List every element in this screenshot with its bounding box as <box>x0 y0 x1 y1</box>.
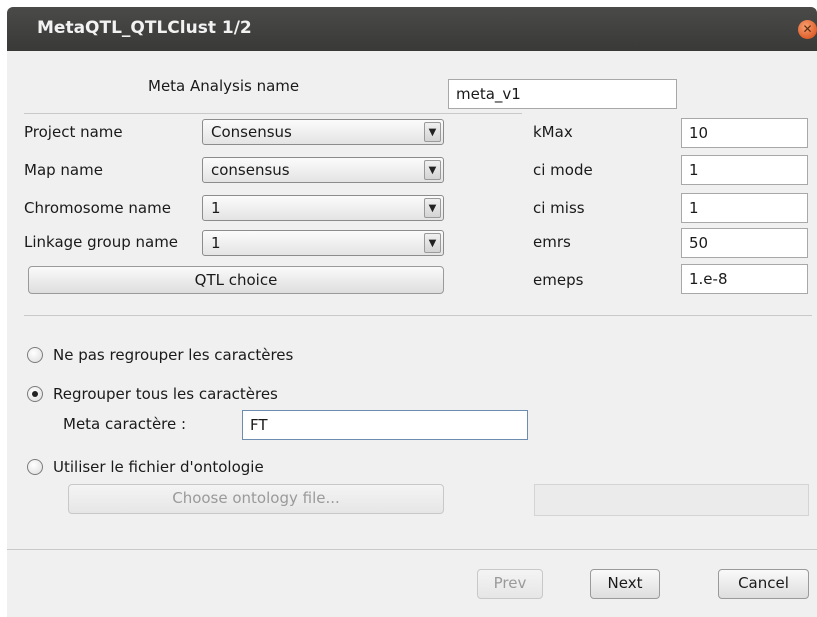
meta-char-label: Meta caractère : <box>63 415 187 433</box>
chevron-down-icon: ▼ <box>424 233 441 253</box>
prev-button[interactable]: Prev <box>477 569 543 599</box>
dialog-body: Meta Analysis name meta_v1 Project name … <box>7 51 817 617</box>
radio-selected-dot-icon <box>32 391 38 397</box>
project-name-value: Consensus <box>211 123 292 141</box>
ontology-file-field[interactable] <box>534 484 809 516</box>
top-separator <box>24 113 522 114</box>
emeps-input[interactable]: 1.e-8 <box>681 264 808 294</box>
middle-separator <box>24 315 812 316</box>
qtl-choice-button[interactable]: QTL choice <box>28 266 444 294</box>
emrs-label: emrs <box>533 233 571 251</box>
meta-char-input[interactable]: FT <box>242 410 528 440</box>
bottom-separator <box>7 549 817 550</box>
ontology-radio[interactable] <box>27 459 43 475</box>
no-group-label: Ne pas regrouper les caractères <box>53 346 294 364</box>
ci-mode-label: ci mode <box>533 161 593 179</box>
kmax-label: kMax <box>533 123 573 141</box>
emeps-label: emeps <box>533 271 584 289</box>
chromosome-name-value: 1 <box>211 199 221 217</box>
chevron-down-icon: ▼ <box>424 122 441 142</box>
chevron-down-icon: ▼ <box>424 198 441 218</box>
linkage-group-name-select[interactable]: 1 ▼ <box>202 230 444 256</box>
map-name-value: consensus <box>211 161 290 179</box>
ci-miss-input[interactable]: 1 <box>681 193 808 223</box>
emrs-input[interactable]: 50 <box>681 228 808 258</box>
dialog-window: MetaQTL_QTLClust 1/2 ✕ Meta Analysis nam… <box>0 0 817 617</box>
chevron-down-icon: ▼ <box>424 160 441 180</box>
meta-analysis-name-label: Meta Analysis name <box>148 77 300 95</box>
group-all-label: Regrouper tous les caractères <box>53 385 278 403</box>
no-group-radio[interactable] <box>27 347 43 363</box>
linkage-group-name-label: Linkage group name <box>24 233 179 251</box>
next-button[interactable]: Next <box>590 569 660 599</box>
close-icon[interactable]: ✕ <box>798 20 817 39</box>
map-name-label: Map name <box>24 161 103 179</box>
chromosome-name-label: Chromosome name <box>24 199 171 217</box>
linkage-group-name-value: 1 <box>211 234 221 252</box>
title-bar[interactable]: MetaQTL_QTLClust 1/2 ✕ <box>7 7 817 51</box>
ontology-label: Utiliser le fichier d'ontologie <box>53 458 264 476</box>
project-name-label: Project name <box>24 123 123 141</box>
map-name-select[interactable]: consensus ▼ <box>202 157 444 183</box>
meta-analysis-name-input[interactable]: meta_v1 <box>448 79 677 109</box>
ci-miss-label: ci miss <box>533 199 585 217</box>
project-name-select[interactable]: Consensus ▼ <box>202 119 444 145</box>
kmax-input[interactable]: 10 <box>681 118 808 148</box>
cancel-button[interactable]: Cancel <box>718 569 809 599</box>
window-title: MetaQTL_QTLClust 1/2 <box>37 18 252 38</box>
choose-ontology-button[interactable]: Choose ontology file... <box>68 484 444 514</box>
ci-mode-input[interactable]: 1 <box>681 155 808 185</box>
group-all-radio[interactable] <box>27 386 43 402</box>
chromosome-name-select[interactable]: 1 ▼ <box>202 195 444 221</box>
